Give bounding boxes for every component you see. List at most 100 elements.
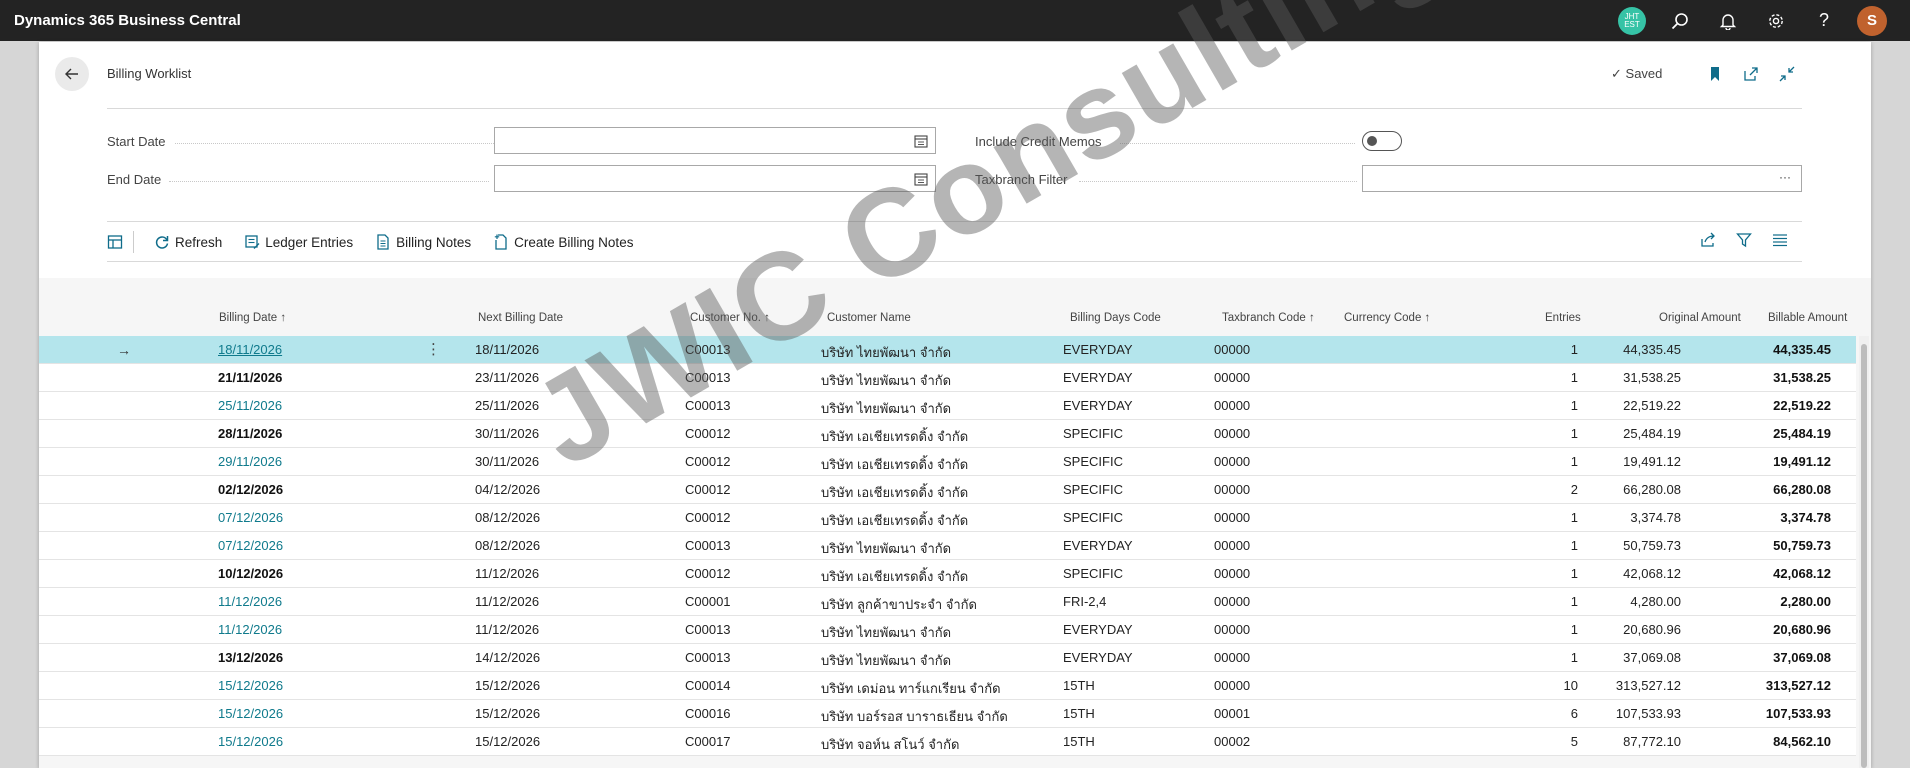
cell-next-billing-date: 23/11/2026: [475, 370, 540, 385]
share-button[interactable]: [1699, 231, 1717, 249]
calendar-icon[interactable]: [913, 133, 929, 149]
help-button[interactable]: ?: [1800, 0, 1848, 41]
ledger-entries-button[interactable]: Ledger Entries: [244, 234, 353, 250]
billing-notes-label: Billing Notes: [396, 234, 472, 250]
open-new-window-icon: [1744, 67, 1758, 81]
cell-billable-amount: 37,069.08: [1773, 650, 1831, 665]
end-date-field[interactable]: [494, 165, 936, 192]
gear-icon: [1769, 13, 1783, 28]
start-date-field[interactable]: [494, 127, 936, 154]
cell-customer-no: C00012: [685, 482, 731, 497]
cell-billing-date[interactable]: 07/12/2026: [218, 510, 283, 525]
row-menu-button[interactable]: ⋮: [426, 340, 441, 358]
end-date-leader: [169, 181, 489, 182]
cell-billing-date[interactable]: 11/12/2026: [218, 594, 282, 609]
table-row[interactable]: 07/12/2026 08/12/2026 C00012 บริษัท เอเชียเ…: [39, 504, 1856, 532]
cell-billing-date[interactable]: 15/12/2026: [218, 678, 283, 693]
cell-billing-date[interactable]: 25/11/2026: [218, 398, 282, 413]
bookmark-button[interactable]: [1703, 62, 1727, 86]
col-customer-no[interactable]: Customer No. ↑: [690, 312, 770, 324]
cell-billing-date[interactable]: 15/12/2026: [218, 734, 283, 749]
cell-taxbranch-code: 00000: [1214, 370, 1251, 385]
taxbranch-filter-field[interactable]: ···: [1362, 165, 1802, 192]
table-row[interactable]: 28/11/2026 30/11/2026 C00012 บริษัท เอเชียเ…: [39, 420, 1856, 448]
show-as-cards-button[interactable]: [107, 234, 123, 250]
cell-billing-date[interactable]: 02/12/2026: [218, 482, 283, 497]
cell-billing-date[interactable]: 13/12/2026: [218, 650, 283, 665]
table-row[interactable]: 15/12/2026 15/12/2026 C00016 บริษัท บอร์รอส…: [39, 700, 1856, 728]
cell-taxbranch-code: 00000: [1214, 678, 1251, 693]
billing-notes-button[interactable]: Billing Notes: [375, 234, 471, 250]
app-title[interactable]: Dynamics 365 Business Central: [14, 12, 241, 29]
cell-billable-amount: 66,280.08: [1773, 482, 1831, 497]
calendar-icon[interactable]: [913, 171, 929, 187]
table-row[interactable]: 11/12/2026 11/12/2026 C00013 บริษัท ไทยพัฒน…: [39, 616, 1856, 644]
cell-taxbranch-code: 00001: [1214, 706, 1251, 721]
table-row[interactable]: 15/12/2026 15/12/2026 C00017 บริษัท จอห์น ส…: [39, 728, 1856, 756]
cell-taxbranch-code: 00000: [1214, 482, 1251, 497]
col-billable-amount[interactable]: Billable Amount: [1768, 312, 1847, 324]
cell-original-amount: 20,680.96: [1623, 622, 1681, 637]
back-button[interactable]: [55, 57, 89, 91]
table-row[interactable]: 13/12/2026 14/12/2026 C00013 บริษัท ไทยพัฒน…: [39, 644, 1856, 672]
ledger-entries-icon: [244, 234, 260, 250]
col-currency-code[interactable]: Currency Code ↑: [1344, 312, 1430, 324]
table-row[interactable]: 29/11/2026 30/11/2026 C00012 บริษัท เอเชียเ…: [39, 448, 1856, 476]
scrollbar-thumb[interactable]: [1861, 344, 1867, 768]
cell-taxbranch-code: 00000: [1214, 650, 1251, 665]
lookup-button[interactable]: ···: [1777, 169, 1793, 185]
list-view-button[interactable]: [1771, 231, 1789, 249]
refresh-button[interactable]: Refresh: [154, 234, 222, 250]
table-row[interactable]: 11/12/2026 11/12/2026 C00001 บริษัท ลูกค้าข…: [39, 588, 1856, 616]
col-original-amount[interactable]: Original Amount: [1659, 312, 1741, 324]
cell-billing-date[interactable]: 15/12/2026: [218, 706, 283, 721]
cell-original-amount: 313,527.12: [1615, 678, 1681, 693]
col-customer-name[interactable]: Customer Name: [827, 312, 911, 324]
col-billing-days-code[interactable]: Billing Days Code: [1070, 312, 1161, 324]
vertical-scrollbar[interactable]: [1859, 336, 1869, 768]
collapse-button[interactable]: [1775, 62, 1799, 86]
company-badge-button[interactable]: JHT EST: [1608, 0, 1656, 41]
table-row[interactable]: → ⋮ 18/11/2026 18/11/2026 C00013 บริษัท ไทยพั…: [39, 336, 1856, 364]
refresh-label: Refresh: [175, 234, 223, 250]
table-row[interactable]: 15/12/2026 15/12/2026 C00014 บริษัท เดม่อน …: [39, 672, 1856, 700]
col-taxbranch-code[interactable]: Taxbranch Code ↑: [1222, 312, 1315, 324]
cell-billing-date[interactable]: 10/12/2026: [218, 566, 283, 581]
cell-billing-date[interactable]: 21/11/2026: [218, 370, 282, 385]
col-next-billing-date[interactable]: Next Billing Date: [478, 312, 563, 324]
search-button[interactable]: [1656, 0, 1704, 41]
cell-billing-date[interactable]: 29/11/2026: [218, 454, 282, 469]
cell-billing-date[interactable]: 18/11/2026: [218, 342, 282, 357]
cell-original-amount: 107,533.93: [1615, 706, 1681, 721]
cell-billing-date[interactable]: 07/12/2026: [218, 538, 283, 553]
filter-button[interactable]: [1735, 231, 1753, 249]
notifications-button[interactable]: [1704, 0, 1752, 41]
table-row[interactable]: 02/12/2026 04/12/2026 C00012 บริษัท เอเชียเ…: [39, 476, 1856, 504]
table-row[interactable]: 10/12/2026 11/12/2026 C00012 บริษัท เอเชียเ…: [39, 560, 1856, 588]
cell-customer-no: C00012: [685, 454, 731, 469]
cell-billing-days-code: EVERYDAY: [1063, 650, 1133, 665]
action-bar-divider: [107, 261, 1802, 262]
col-billing-date[interactable]: Billing Date ↑: [219, 312, 286, 324]
sort-arrow-icon: ↑: [1424, 312, 1431, 324]
cell-billable-amount: 42,068.12: [1773, 566, 1831, 581]
table-row[interactable]: 25/11/2026 25/11/2026 C00013 บริษัท ไทยพัฒน…: [39, 392, 1856, 420]
user-button[interactable]: S: [1848, 0, 1896, 41]
col-entries[interactable]: Entries: [1545, 312, 1581, 324]
cell-billing-days-code: EVERYDAY: [1063, 538, 1133, 553]
search-icon: [1671, 12, 1688, 29]
create-billing-notes-button[interactable]: Create Billing Notes: [493, 234, 633, 250]
cell-billing-date[interactable]: 11/12/2026: [218, 622, 282, 637]
open-new-window-button[interactable]: [1739, 62, 1763, 86]
table-row[interactable]: 07/12/2026 08/12/2026 C00013 บริษัท ไทยพัฒน…: [39, 532, 1856, 560]
settings-button[interactable]: [1752, 0, 1800, 41]
taxbranch-filter-leader: [1079, 181, 1357, 182]
cell-original-amount: 66,280.08: [1623, 482, 1681, 497]
action-bar-right: [1699, 231, 1789, 249]
help-icon: ?: [1818, 10, 1829, 30]
cell-customer-name: บริษัท เอเชียเทรดดิ้ง จำกัด: [821, 485, 969, 500]
include-credit-memos-toggle[interactable]: [1362, 131, 1402, 151]
cell-billing-date[interactable]: 28/11/2026: [218, 426, 282, 441]
table-row[interactable]: 21/11/2026 23/11/2026 C00013 บริษัท ไทยพัฒน…: [39, 364, 1856, 392]
cell-billing-days-code: SPECIFIC: [1063, 426, 1123, 441]
